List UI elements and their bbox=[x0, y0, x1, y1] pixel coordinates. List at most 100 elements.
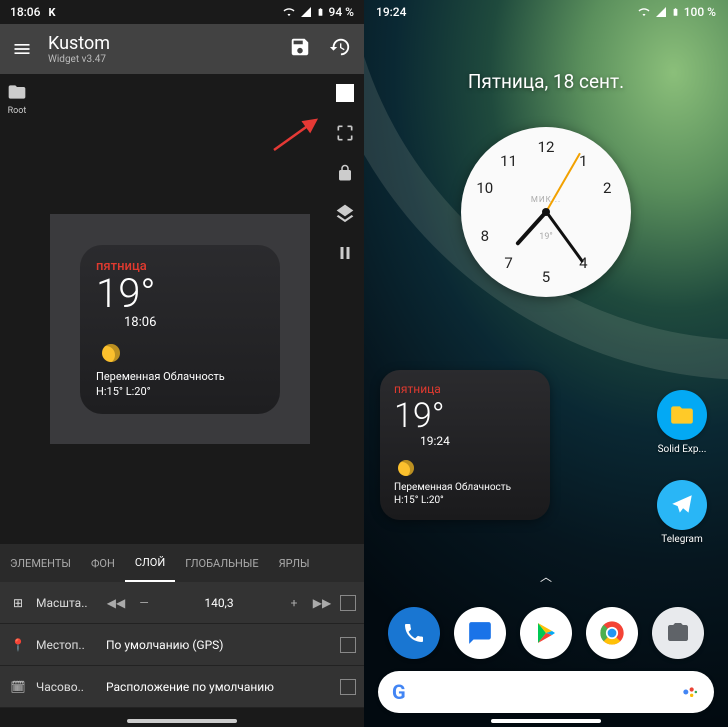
prop-tz-checkbox[interactable] bbox=[340, 679, 356, 695]
history-button[interactable] bbox=[328, 36, 352, 62]
tab-background[interactable]: ФОН bbox=[81, 544, 125, 582]
google-g-icon: G bbox=[392, 680, 406, 704]
google-search-bar[interactable]: G bbox=[378, 671, 714, 713]
pointer-arrow bbox=[266, 114, 326, 154]
clock-brand: МИК... bbox=[531, 195, 561, 204]
chrome-icon bbox=[598, 619, 626, 647]
prop-scale[interactable]: ⊞ Масшта.. ◀◀ — 140,3 + ▶▶ bbox=[0, 582, 364, 624]
wifi-icon bbox=[637, 6, 651, 18]
kustom-editor-screen: 18:06 K 94 % Kustom Widget v3.47 Root bbox=[0, 0, 364, 727]
layers-tool[interactable] bbox=[334, 202, 356, 224]
tabs: ЭЛЕМЕНТЫ ФОН СЛОЙ ГЛОБАЛЬНЫЕ ЯРЛЫ bbox=[0, 544, 364, 582]
tab-layer[interactable]: СЛОЙ bbox=[125, 544, 175, 582]
tab-globals[interactable]: ГЛОБАЛЬНЫЕ bbox=[175, 544, 268, 582]
clock-7: 7 bbox=[504, 254, 512, 272]
shape-tool[interactable] bbox=[334, 82, 356, 104]
plus-icon[interactable]: + bbox=[284, 596, 304, 610]
prop-tz-value: Расположение по умолчанию bbox=[106, 680, 332, 694]
appbar-title: Kustom bbox=[48, 33, 272, 54]
gesture-bar-right[interactable] bbox=[491, 719, 601, 723]
clock-5: 5 bbox=[542, 268, 550, 286]
app-drawer-caret[interactable]: ︿ bbox=[540, 568, 552, 585]
moon-icon bbox=[102, 344, 120, 362]
clock-2: 2 bbox=[603, 179, 611, 197]
camera-icon bbox=[666, 621, 690, 645]
clock-temp: 19° bbox=[539, 232, 552, 242]
prop-timezone[interactable]: 🗓 Часово.. Расположение по умолчанию bbox=[0, 666, 364, 708]
dock-phone[interactable] bbox=[388, 607, 440, 659]
play-icon bbox=[534, 621, 558, 645]
app-telegram-label: Telegram bbox=[656, 534, 708, 545]
prop-location-value: По умолчанию (GPS) bbox=[106, 638, 332, 652]
clock-10: 10 bbox=[476, 179, 493, 197]
pause-tool[interactable] bbox=[334, 242, 356, 264]
tab-elements[interactable]: ЭЛЕМЕНТЫ bbox=[0, 544, 81, 582]
appbar: Kustom Widget v3.47 bbox=[0, 24, 364, 74]
hs-widget-highlow: H:15° L:20° bbox=[394, 495, 536, 506]
dock-messages[interactable] bbox=[454, 607, 506, 659]
prop-location-checkbox[interactable] bbox=[340, 637, 356, 653]
root-label[interactable]: Root bbox=[8, 106, 27, 116]
widget-condition: Переменная Облачность bbox=[96, 370, 264, 383]
clock-11: 11 bbox=[500, 152, 517, 170]
dock bbox=[364, 607, 728, 659]
dock-camera[interactable] bbox=[652, 607, 704, 659]
dock-play-store[interactable] bbox=[520, 607, 572, 659]
signal-icon bbox=[655, 6, 667, 18]
lock-icon bbox=[336, 164, 354, 182]
widget-time: 18:06 bbox=[124, 315, 264, 330]
weather-widget[interactable]: пятница 19° 19:24 Переменная Облачность … bbox=[380, 370, 550, 520]
right-rail bbox=[326, 74, 364, 544]
hs-widget-day: пятница bbox=[394, 382, 536, 396]
moon-icon bbox=[398, 460, 414, 476]
date-header[interactable]: Пятница, 18 сент. bbox=[364, 70, 728, 93]
minus-icon[interactable]: — bbox=[134, 596, 154, 610]
telegram-icon bbox=[669, 492, 695, 518]
signal-icon bbox=[300, 6, 312, 18]
clock-1: 1 bbox=[579, 152, 587, 170]
second-hand bbox=[545, 153, 580, 213]
app-solid-explorer[interactable]: Solid Exp... bbox=[656, 390, 708, 455]
location-icon: 📍 bbox=[8, 638, 28, 652]
fullscreen-tool[interactable] bbox=[334, 122, 356, 144]
prop-location-label: Местоп.. bbox=[36, 638, 98, 652]
save-icon bbox=[289, 36, 311, 58]
widget-highlow: H:15° L:20° bbox=[96, 385, 264, 398]
left-rail: Root bbox=[0, 74, 34, 544]
widget-preview[interactable]: пятница 19° 18:06 Переменная Облачность … bbox=[80, 245, 280, 414]
prop-tz-label: Часово.. bbox=[36, 680, 98, 694]
prop-scale-value: 140,3 bbox=[162, 596, 276, 610]
hs-widget-condition: Переменная Облачность bbox=[394, 482, 536, 493]
scale-icon: ⊞ bbox=[8, 596, 28, 610]
prop-scale-checkbox[interactable] bbox=[340, 595, 356, 611]
app-telegram[interactable]: Telegram bbox=[656, 480, 708, 545]
phone-icon bbox=[402, 621, 426, 645]
analog-clock-widget[interactable]: 12 1 2 4 5 7 8 10 11 МИК... 19° bbox=[461, 127, 631, 297]
lock-tool[interactable] bbox=[334, 162, 356, 184]
history-icon bbox=[329, 36, 351, 58]
editor-body: Root пятница 19° 18:06 Переменная Облачн… bbox=[0, 74, 364, 544]
tab-shortcuts[interactable]: ЯРЛЫ bbox=[269, 544, 320, 582]
prop-location[interactable]: 📍 Местоп.. По умолчанию (GPS) bbox=[0, 624, 364, 666]
assistant-icon[interactable] bbox=[680, 682, 700, 702]
messages-icon bbox=[467, 620, 493, 646]
rewind-icon[interactable]: ◀◀ bbox=[106, 596, 126, 610]
menu-icon[interactable] bbox=[12, 39, 32, 59]
pause-icon bbox=[336, 244, 354, 262]
gesture-bar-left[interactable] bbox=[127, 719, 237, 723]
homescreen[interactable]: 19:24 100 % Пятница, 18 сент. 12 1 2 4 5… bbox=[364, 0, 728, 727]
statusbar-battery-pct: 94 % bbox=[329, 5, 354, 19]
folder-icon[interactable] bbox=[7, 82, 27, 102]
forward-icon[interactable]: ▶▶ bbox=[312, 596, 332, 610]
dock-chrome[interactable] bbox=[586, 607, 638, 659]
battery-icon bbox=[671, 5, 680, 19]
hs-widget-temp: 19° bbox=[394, 396, 536, 436]
canvas-area[interactable]: пятница 19° 18:06 Переменная Облачность … bbox=[34, 74, 326, 544]
folder-icon bbox=[669, 402, 695, 428]
clock-pin bbox=[542, 208, 550, 216]
layers-icon bbox=[335, 203, 355, 223]
statusbar-time: 18:06 bbox=[10, 5, 40, 19]
prop-scale-label: Масшта.. bbox=[36, 596, 98, 610]
app-solid-label: Solid Exp... bbox=[656, 444, 708, 455]
save-button[interactable] bbox=[288, 36, 312, 62]
